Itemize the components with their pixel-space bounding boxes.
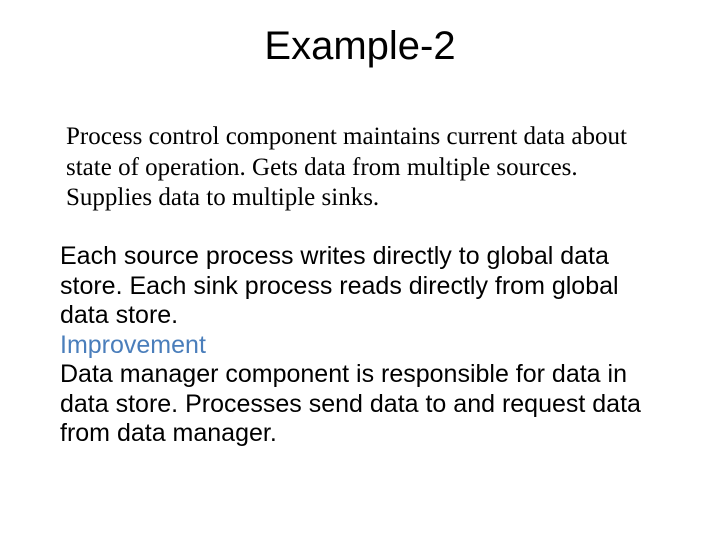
paragraph-2: Each source process writes directly to g… bbox=[60, 242, 650, 449]
improvement-heading: Improvement bbox=[60, 331, 206, 359]
paragraph-2a: Each source process writes directly to g… bbox=[60, 242, 619, 329]
slide: Example-2 Process control component main… bbox=[0, 0, 720, 540]
paragraph-2b: Data manager component is responsible fo… bbox=[60, 360, 641, 447]
slide-title: Example-2 bbox=[0, 24, 720, 69]
paragraph-1: Process control component maintains curr… bbox=[66, 122, 656, 214]
